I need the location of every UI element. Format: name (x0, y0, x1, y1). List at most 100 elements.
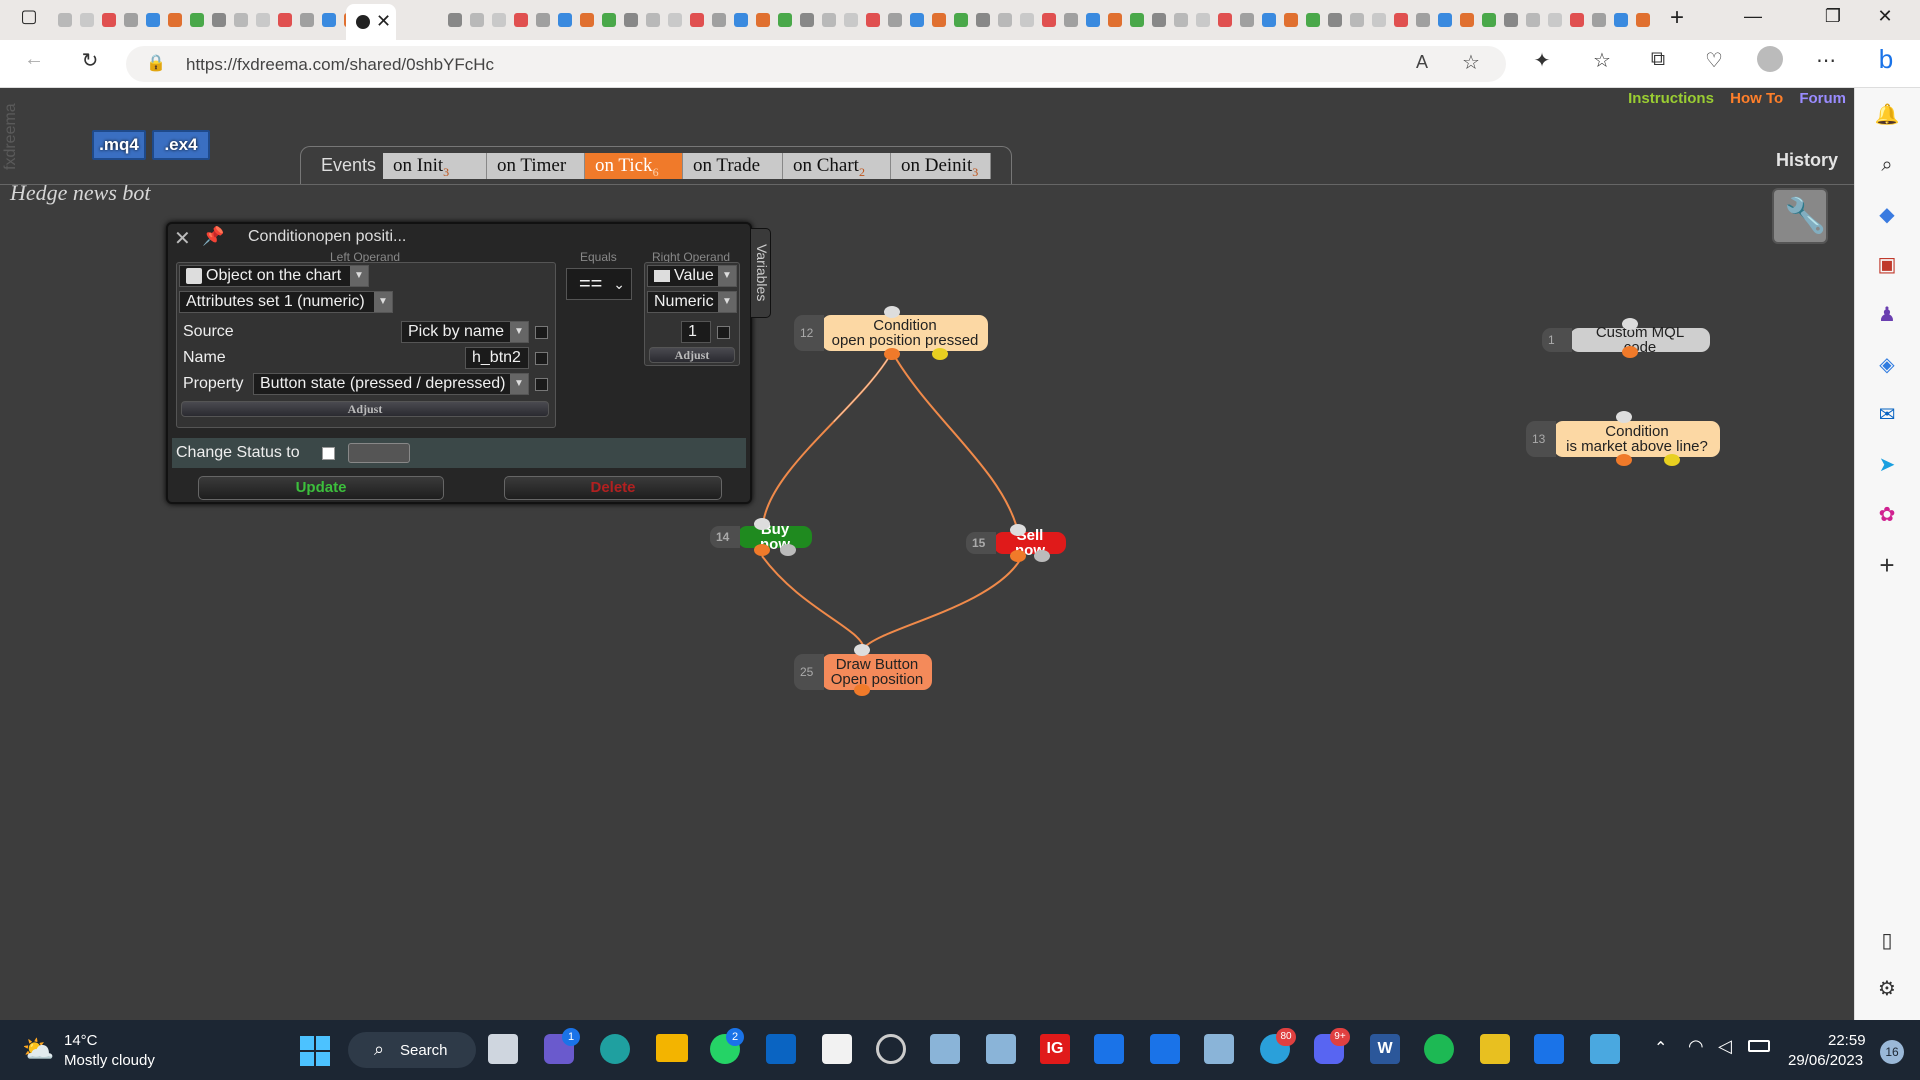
name-input[interactable]: h_btn2 (465, 347, 529, 369)
edge-icon[interactable] (600, 1034, 630, 1064)
pinned-tab[interactable] (996, 9, 1014, 31)
pinned-tab[interactable] (468, 9, 486, 31)
update-button[interactable]: Update (198, 476, 444, 500)
name-checkbox[interactable] (535, 352, 548, 365)
pinned-tab[interactable] (1194, 9, 1212, 31)
outlook-icon[interactable] (766, 1034, 796, 1064)
pinned-tab[interactable] (622, 9, 640, 31)
attribute-set-select[interactable]: Attributes set 1 (numeric) ▼ (179, 291, 393, 313)
pinned-tab[interactable] (1106, 9, 1124, 31)
pinned-tab[interactable] (78, 9, 96, 31)
node-1-input-connector[interactable] (1622, 318, 1638, 330)
pinned-tab[interactable] (1392, 9, 1410, 31)
variables-tab[interactable]: Variables (751, 228, 771, 318)
node-25-input-connector[interactable] (854, 644, 870, 656)
pinned-tab[interactable] (534, 9, 552, 31)
app-icon[interactable] (1480, 1034, 1510, 1064)
pinned-tab[interactable] (644, 9, 662, 31)
right-kind-select[interactable]: Numeric ▼ (647, 291, 737, 313)
close-icon[interactable]: ✕ (174, 226, 191, 251)
pinned-tab[interactable] (600, 9, 618, 31)
calendar-icon[interactable] (1534, 1034, 1564, 1064)
browser-essentials-icon[interactable]: ♡ (1700, 48, 1728, 73)
pinned-tab[interactable] (298, 9, 316, 31)
app-icon[interactable]: ✿ (1872, 500, 1902, 530)
right-adjust-button[interactable]: Adjust (649, 347, 735, 363)
pinned-tab[interactable] (930, 9, 948, 31)
pinned-tab[interactable] (188, 9, 206, 31)
outlook-icon[interactable]: ✉ (1872, 400, 1902, 430)
add-sidebar-app-icon[interactable]: + (1872, 550, 1902, 580)
node-13-input-connector[interactable] (1616, 411, 1632, 423)
node-15-output-connector[interactable] (1010, 550, 1026, 562)
profile-avatar-icon[interactable] (1756, 46, 1784, 78)
pinned-tab[interactable] (1568, 9, 1586, 31)
right-value-input[interactable]: 1 (681, 321, 711, 343)
pinned-tab[interactable] (1150, 9, 1168, 31)
node-14-buy-now[interactable]: 14 Buy now (710, 522, 812, 552)
property-select[interactable]: Button state (pressed / depressed) ▼ (253, 373, 529, 395)
pinned-tab[interactable] (122, 9, 140, 31)
pinned-tab[interactable] (974, 9, 992, 31)
pinned-tab[interactable] (276, 9, 294, 31)
ig-icon[interactable]: IG (1040, 1034, 1070, 1064)
pinned-tab[interactable] (688, 9, 706, 31)
copilot-icon[interactable]: ◈ (1872, 350, 1902, 380)
right-value-checkbox[interactable] (717, 326, 730, 339)
favorites-icon[interactable]: ☆ (1588, 48, 1616, 73)
pinned-tab[interactable] (1414, 9, 1432, 31)
pinned-tab[interactable] (56, 9, 74, 31)
node-13-false-connector[interactable] (1664, 454, 1680, 466)
pinned-tab[interactable] (320, 9, 338, 31)
source-checkbox[interactable] (535, 326, 548, 339)
tab-actions-icon[interactable]: ▢ (14, 6, 44, 27)
pinned-tab[interactable] (210, 9, 228, 31)
pinned-tab[interactable] (1216, 9, 1234, 31)
shopping-tag-icon[interactable]: ◆ (1872, 200, 1902, 230)
node-12-false-connector[interactable] (932, 348, 948, 360)
operator-select[interactable]: == ⌄ (566, 268, 632, 300)
pinned-tab[interactable] (1634, 9, 1652, 31)
pinned-tab[interactable] (1040, 9, 1058, 31)
games-icon[interactable]: ♟ (1872, 300, 1902, 330)
settings-gear-icon[interactable]: ⚙ (1872, 974, 1902, 1004)
pinned-tab[interactable] (1282, 9, 1300, 31)
property-checkbox[interactable] (535, 378, 548, 391)
node-13-condition[interactable]: 13 Condition is market above line? (1526, 421, 1720, 457)
pinned-tab[interactable] (776, 9, 794, 31)
pinned-tab[interactable] (1480, 9, 1498, 31)
pinned-tab[interactable] (232, 9, 250, 31)
pinned-tab[interactable] (144, 9, 162, 31)
url-field[interactable]: 🔒 https://fxdreema.com/shared/0shbYFcHc … (126, 46, 1506, 82)
left-adjust-button[interactable]: Adjust (181, 401, 549, 417)
pinned-tab[interactable] (1436, 9, 1454, 31)
pinned-tab[interactable] (166, 9, 184, 31)
pinned-tab[interactable] (512, 9, 530, 31)
pinned-tab[interactable] (556, 9, 574, 31)
mail-icon[interactable] (1590, 1034, 1620, 1064)
node-12-true-connector[interactable] (884, 348, 900, 360)
spotify-icon[interactable] (1424, 1034, 1454, 1064)
node-15-error-connector[interactable] (1034, 550, 1050, 562)
pinned-tab[interactable] (1612, 9, 1630, 31)
metatrader-icon[interactable] (822, 1034, 852, 1064)
app-icon[interactable] (1150, 1034, 1180, 1064)
app-icon[interactable] (930, 1034, 960, 1064)
notification-bell-icon[interactable]: 🔔 (1872, 100, 1902, 130)
send-icon[interactable]: ➤ (1872, 450, 1902, 480)
pinned-tab[interactable] (886, 9, 904, 31)
pinned-tab[interactable] (490, 9, 508, 31)
node-25-draw-button[interactable]: 25 Draw Button Open position (794, 654, 932, 690)
pinned-tab[interactable] (952, 9, 970, 31)
node-14-input-connector[interactable] (754, 518, 770, 530)
refresh-icon[interactable]: ↻ (76, 48, 104, 73)
node-1-custom-mql-code[interactable]: 1 Custom MQL code (1542, 325, 1710, 355)
pinned-tab[interactable] (1062, 9, 1080, 31)
pinned-tab[interactable] (1260, 9, 1278, 31)
right-type-select[interactable]: Value ▼ (647, 265, 737, 287)
search-icon[interactable]: ⌕ (1872, 150, 1902, 180)
node-12-input-connector[interactable] (884, 306, 900, 318)
source-select[interactable]: Pick by name ▼ (401, 321, 529, 343)
pinned-tab[interactable] (1326, 9, 1344, 31)
word-icon[interactable]: W (1370, 1034, 1400, 1064)
